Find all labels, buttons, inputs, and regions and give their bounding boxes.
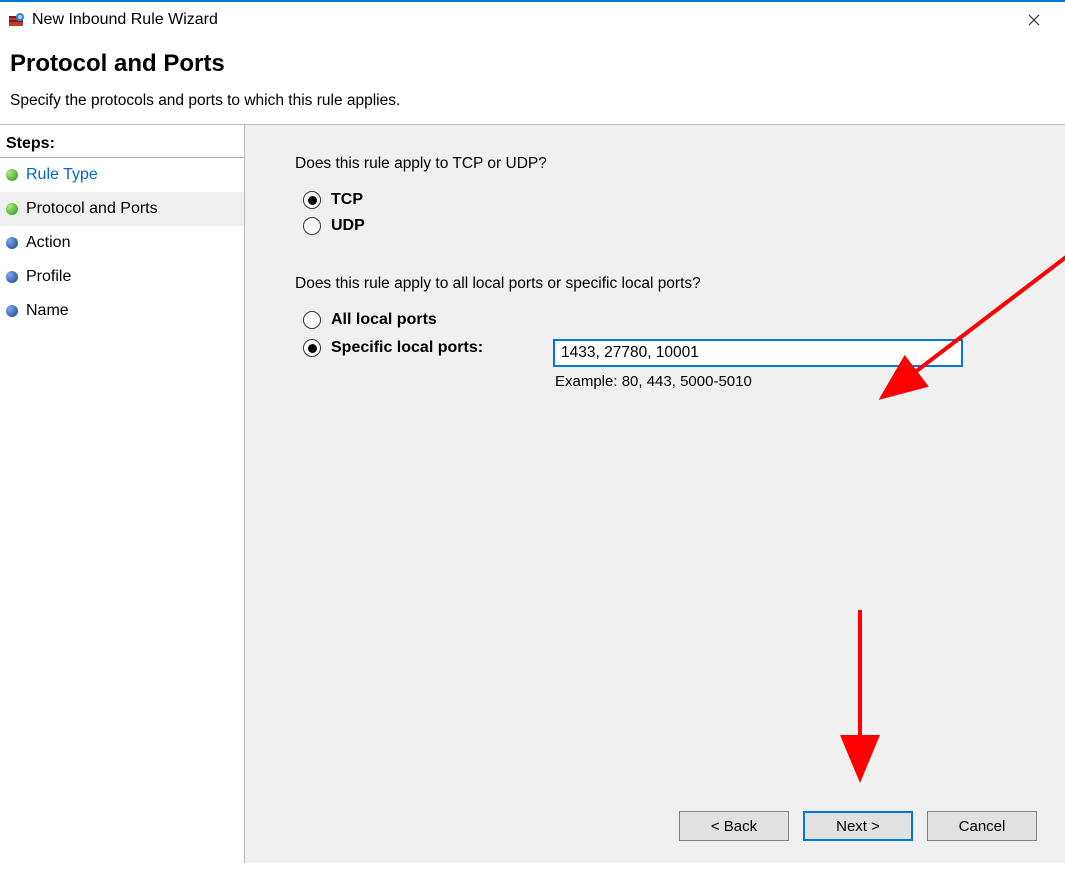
step-rule-type[interactable]: Rule Type xyxy=(0,158,244,192)
step-name[interactable]: Name xyxy=(0,294,244,328)
page-title: Protocol and Ports xyxy=(10,50,1055,78)
step-bullet-icon xyxy=(6,237,18,249)
step-label: Protocol and Ports xyxy=(26,200,158,218)
page-subtitle: Specify the protocols and ports to which… xyxy=(10,92,1055,110)
tcp-radio[interactable] xyxy=(303,191,321,209)
step-bullet-icon xyxy=(6,305,18,317)
udp-radio[interactable] xyxy=(303,217,321,235)
steps-sidebar: Steps: Rule Type Protocol and Ports Action… xyxy=(0,125,245,863)
wizard-button-bar: < Back Next > Cancel xyxy=(679,811,1037,841)
header-area: Protocol and Ports Specify the protocols… xyxy=(0,38,1065,125)
titlebar: New Inbound Rule Wizard xyxy=(0,2,1065,38)
tcp-radio-label: TCP xyxy=(331,191,363,209)
annotation-arrow-2 xyxy=(840,605,880,795)
step-bullet-icon xyxy=(6,169,18,181)
ports-example: Example: 80, 443, 5000-5010 xyxy=(555,373,1037,390)
protocol-question: Does this rule apply to TCP or UDP? xyxy=(295,155,1037,173)
back-button[interactable]: < Back xyxy=(679,811,789,841)
main-panel: Does this rule apply to TCP or UDP? TCP … xyxy=(245,125,1065,863)
all-ports-radio[interactable] xyxy=(303,311,321,329)
step-label: Profile xyxy=(26,268,71,286)
next-button[interactable]: Next > xyxy=(803,811,913,841)
ports-input[interactable] xyxy=(553,339,963,367)
ports-question: Does this rule apply to all local ports … xyxy=(295,275,1037,293)
specific-ports-radio[interactable] xyxy=(303,339,321,357)
cancel-button[interactable]: Cancel xyxy=(927,811,1037,841)
step-bullet-icon xyxy=(6,203,18,215)
step-label: Name xyxy=(26,302,69,320)
all-ports-radio-label: All local ports xyxy=(331,311,437,329)
specific-ports-radio-label: Specific local ports: xyxy=(331,339,483,357)
step-label: Rule Type xyxy=(26,166,98,184)
close-button[interactable] xyxy=(1011,5,1057,35)
step-profile[interactable]: Profile xyxy=(0,260,244,294)
step-label: Action xyxy=(26,234,70,252)
udp-radio-label: UDP xyxy=(331,217,365,235)
step-action[interactable]: Action xyxy=(0,226,244,260)
protocol-radio-group: TCP UDP xyxy=(303,191,1037,235)
step-protocol-and-ports[interactable]: Protocol and Ports xyxy=(0,192,244,226)
window-title: New Inbound Rule Wizard xyxy=(32,11,218,29)
firewall-icon xyxy=(8,12,24,28)
step-bullet-icon xyxy=(6,271,18,283)
steps-header: Steps: xyxy=(0,131,244,158)
